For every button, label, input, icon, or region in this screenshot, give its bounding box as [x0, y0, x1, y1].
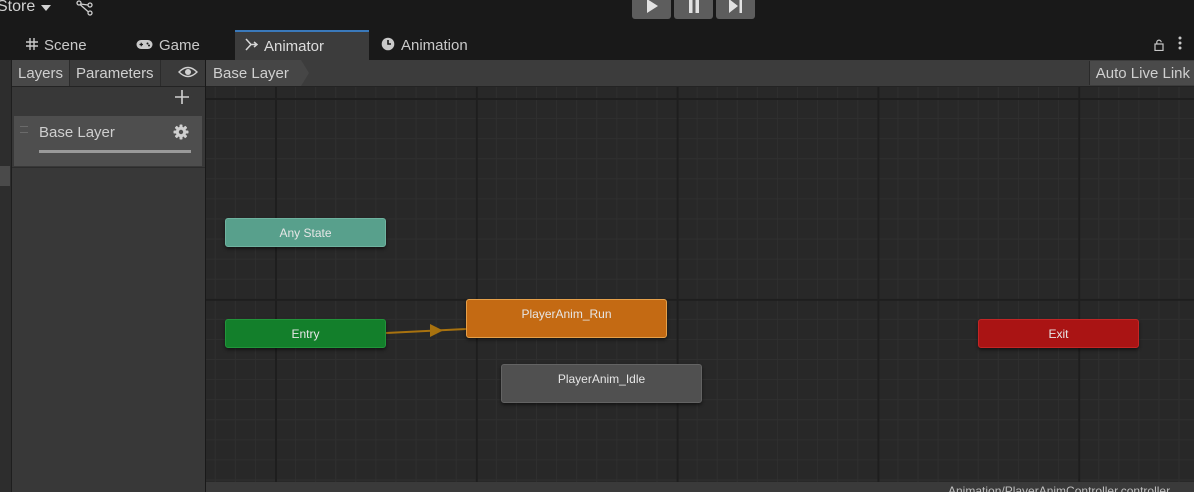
- tab-game[interactable]: Game: [126, 30, 212, 60]
- eye-icon[interactable]: [178, 65, 198, 84]
- pause-button[interactable]: [674, 0, 713, 19]
- clock-icon: [381, 37, 395, 54]
- graph-icon[interactable]: [76, 0, 94, 21]
- tab-parameters[interactable]: Parameters: [70, 60, 161, 86]
- state-entry[interactable]: Entry: [225, 319, 386, 348]
- tab-label: Game: [159, 36, 200, 54]
- divider: [12, 167, 205, 168]
- transition-arrow[interactable]: [206, 87, 1194, 482]
- play-button[interactable]: [632, 0, 671, 19]
- tab-scene[interactable]: Scene: [16, 30, 99, 60]
- state-any-state[interactable]: Any State: [225, 218, 386, 247]
- left-edge-selection: [0, 166, 10, 186]
- breadcrumb-arrow: [301, 60, 309, 86]
- gear-icon[interactable]: [173, 124, 189, 145]
- play-icon: [646, 0, 658, 18]
- controller-path: Animation/PlayerAnimController.controlle…: [948, 484, 1171, 492]
- chevron-down-icon[interactable]: [41, 5, 51, 11]
- layers-panel-toolbar: Layers Parameters: [12, 60, 205, 87]
- state-player-anim-idle[interactable]: PlayerAnim_Idle: [501, 364, 702, 403]
- status-bar: Animation/PlayerAnimController.controlle…: [206, 482, 1194, 492]
- top-toolbar: Store: [0, 0, 1194, 30]
- tab-animator[interactable]: Animator: [235, 30, 369, 60]
- store-dropdown[interactable]: Store: [0, 0, 35, 16]
- state-exit[interactable]: Exit: [978, 319, 1139, 348]
- more-options-icon[interactable]: [1178, 36, 1182, 53]
- tab-layers[interactable]: Layers: [12, 60, 71, 86]
- left-edge-panel: [0, 60, 12, 492]
- animator-icon: [245, 38, 259, 54]
- grid-icon: [26, 37, 38, 53]
- animator-graph-canvas[interactable]: Any State Entry PlayerAnim_Run PlayerAni…: [206, 87, 1194, 482]
- breadcrumb[interactable]: Base Layer: [206, 60, 301, 86]
- auto-live-link-button[interactable]: Auto Live Link: [1088, 61, 1194, 85]
- tab-label: Animator: [264, 37, 325, 55]
- editor-tab-bar: Scene Game Animator Animation: [0, 30, 1194, 60]
- drag-handle-icon[interactable]: [20, 126, 28, 133]
- layer-item[interactable]: Base Layer: [14, 116, 202, 166]
- pause-icon: [688, 0, 700, 18]
- gamepad-icon: [136, 37, 153, 53]
- lock-icon[interactable]: [1154, 38, 1164, 56]
- add-layer-button[interactable]: [171, 88, 193, 110]
- tab-animation[interactable]: Animation: [371, 30, 480, 60]
- layer-weight-slider[interactable]: [39, 150, 191, 153]
- plus-icon: [175, 90, 189, 104]
- layer-name: Base Layer: [39, 124, 115, 141]
- state-player-anim-run[interactable]: PlayerAnim_Run: [466, 299, 667, 338]
- tab-label: Animation: [401, 36, 468, 54]
- step-icon: [728, 0, 743, 18]
- graph-toolbar: Base Layer Auto Live Link: [206, 60, 1194, 87]
- tab-label: Scene: [44, 36, 87, 54]
- step-button[interactable]: [716, 0, 755, 19]
